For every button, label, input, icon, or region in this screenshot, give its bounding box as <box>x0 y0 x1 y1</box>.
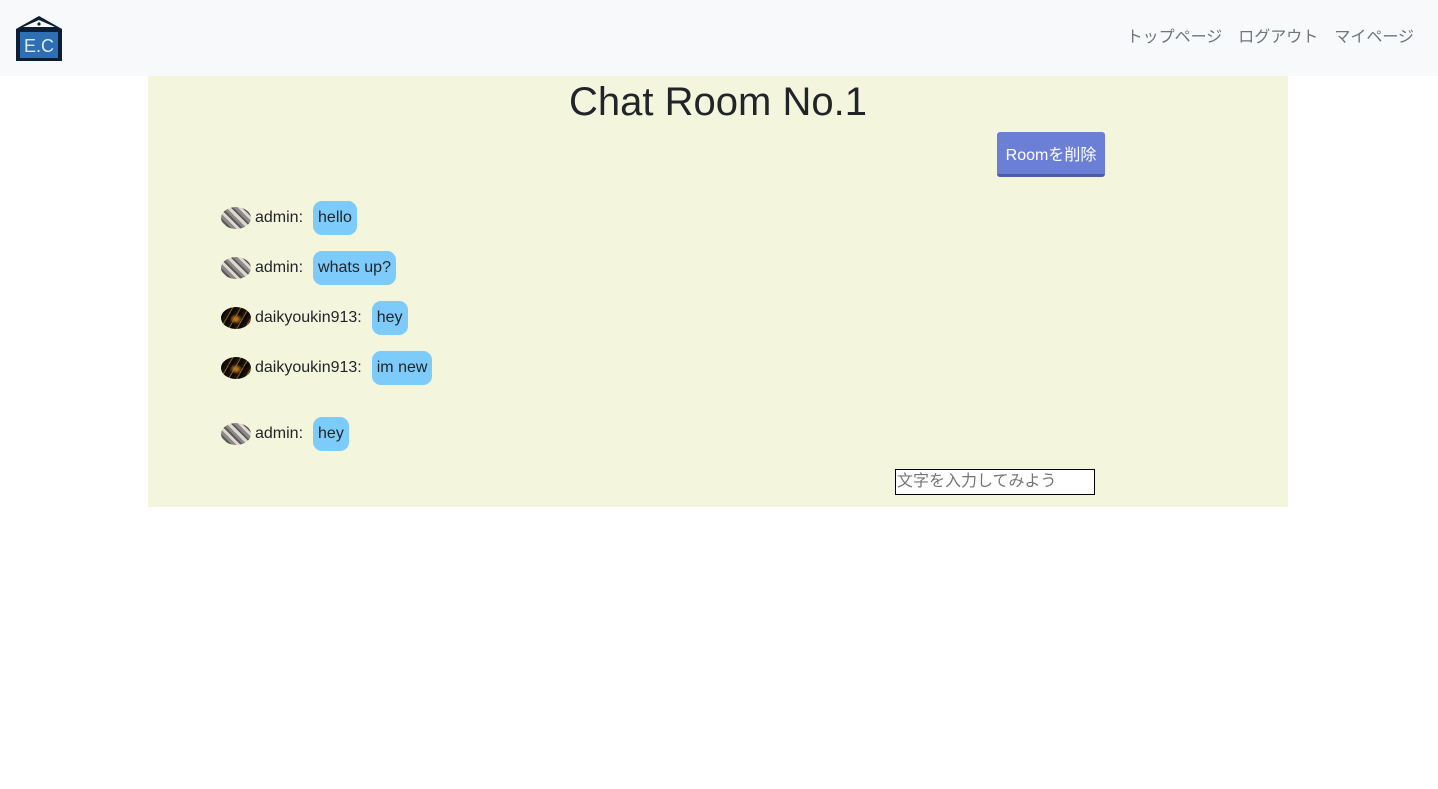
chat-message: daikyoukin913: im new <box>221 351 433 385</box>
navbar: E.C トップページ ログアウト マイページ <box>0 0 1438 76</box>
house-logo-icon: E.C <box>16 16 62 61</box>
chat-message: admin: hey <box>221 417 349 451</box>
user-avatar <box>221 423 251 445</box>
nav-link-my-page[interactable]: マイページ <box>1334 26 1414 50</box>
user-avatar <box>221 257 251 279</box>
user-avatar <box>221 307 251 329</box>
page-title: Chat Room No.1 <box>569 80 867 124</box>
nav-link-logout[interactable]: ログアウト <box>1238 26 1318 50</box>
site-logo[interactable]: E.C <box>14 15 64 62</box>
nav-link-top-page[interactable]: トップページ <box>1127 26 1223 50</box>
chat-message: admin: whats up? <box>221 251 396 285</box>
chat-room: Chat Room No.1 Roomを削除 admin: hello admi… <box>148 76 1288 507</box>
chat-message-input[interactable] <box>895 469 1095 495</box>
message-author: daikyoukin913: <box>255 309 362 326</box>
message-author: admin: <box>255 259 304 276</box>
user-avatar <box>221 357 251 379</box>
message-author: admin: <box>255 209 304 226</box>
message-bubble: hey <box>371 301 408 335</box>
message-author: admin: <box>255 425 304 442</box>
chat-message: admin: hello <box>221 201 357 235</box>
message-author: daikyoukin913: <box>255 359 362 376</box>
message-bubble: hey <box>313 417 349 451</box>
user-avatar <box>221 207 251 229</box>
nav-links: トップページ ログアウト マイページ <box>1127 26 1414 50</box>
delete-room-button[interactable]: Roomを削除 <box>997 132 1105 177</box>
message-bubble: im new <box>371 351 433 385</box>
message-bubble: whats up? <box>313 251 396 285</box>
message-bubble: hello <box>313 201 357 235</box>
chat-message: daikyoukin913: hey <box>221 301 408 335</box>
logo-text: E.C <box>24 36 54 56</box>
